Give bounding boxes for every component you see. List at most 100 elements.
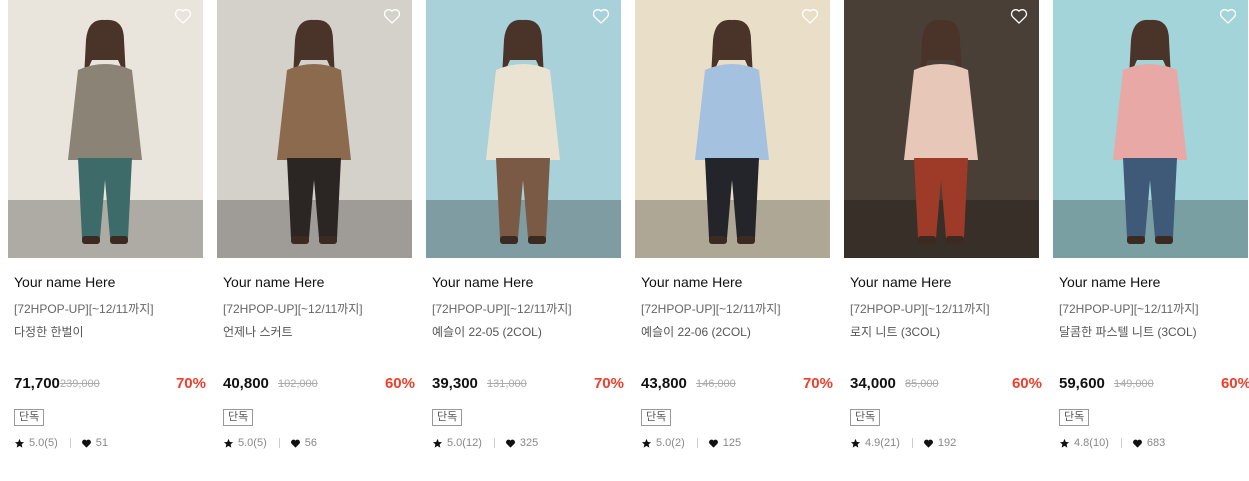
like-count: 51 — [95, 437, 108, 449]
product-image[interactable] — [844, 0, 1039, 258]
discount-rate: 60% — [1220, 375, 1249, 392]
exclusive-badge: 단독 — [850, 409, 881, 426]
star-icon — [850, 438, 861, 448]
brand-name[interactable]: Your name Here — [641, 274, 742, 290]
brand-name[interactable]: Your name Here — [223, 274, 324, 290]
original-price: 146,000 — [696, 378, 736, 390]
divider — [1120, 438, 1122, 448]
product-photo — [426, 0, 621, 258]
like-count: 192 — [937, 437, 957, 449]
heart-outline-icon[interactable] — [591, 6, 611, 26]
sale-price: 59,600 — [1059, 375, 1105, 392]
product-photo — [635, 0, 830, 258]
heart-filled-icon — [505, 439, 515, 448]
rating-value: 5.0(5) — [238, 437, 267, 449]
discount-rate: 70% — [802, 375, 833, 392]
rating-value: 4.8(10) — [1074, 437, 1109, 449]
heart-filled-icon — [1132, 439, 1142, 448]
promo-label: [72HPOP-UP][~12/11까지] — [641, 302, 781, 316]
exclusive-badge: 단독 — [1059, 409, 1090, 426]
brand-name[interactable]: Your name Here — [1059, 274, 1160, 290]
promo-label: [72HPOP-UP][~12/11까지] — [850, 302, 990, 316]
heart-filled-icon — [290, 439, 300, 448]
product-image[interactable] — [1053, 0, 1248, 258]
product-image[interactable] — [635, 0, 830, 258]
divider — [911, 438, 913, 448]
promo-label: [72HPOP-UP][~12/11까지] — [14, 302, 154, 316]
discount-rate: 60% — [384, 375, 415, 392]
heart-outline-icon[interactable] — [173, 6, 193, 26]
like-count: 683 — [1146, 437, 1166, 449]
like-count: 325 — [519, 437, 539, 449]
like-count: 56 — [304, 437, 317, 449]
brand-name[interactable]: Your name Here — [14, 274, 115, 290]
product-name[interactable]: 로지 니트 (3COL) — [850, 323, 940, 340]
product-image[interactable] — [8, 0, 203, 258]
heart-filled-icon — [708, 439, 718, 448]
divider — [69, 438, 71, 448]
brand-name[interactable]: Your name Here — [432, 274, 533, 290]
discount-rate: 60% — [1011, 375, 1042, 392]
promo-label: [72HPOP-UP][~12/11까지] — [223, 302, 363, 316]
original-price: 131,000 — [487, 378, 527, 390]
original-price: 149,000 — [1114, 378, 1154, 390]
like-count: 125 — [722, 437, 742, 449]
review-meta: 4.9(21) 192 — [850, 437, 956, 449]
star-icon — [432, 438, 443, 448]
product-card[interactable]: Your name Here [72HPOP-UP][~12/11까지] 달콤한… — [1053, 0, 1249, 449]
sale-price: 39,300 — [432, 375, 478, 392]
product-card[interactable]: Your name Here [72HPOP-UP][~12/11까지] 다정한… — [8, 0, 206, 449]
discount-rate: 70% — [593, 375, 624, 392]
exclusive-badge: 단독 — [14, 409, 45, 426]
divider — [278, 438, 280, 448]
review-meta: 5.0(5) 56 — [223, 437, 317, 449]
product-image[interactable] — [426, 0, 621, 258]
product-photo — [217, 0, 412, 258]
original-price: 239,000 — [60, 378, 100, 390]
review-meta: 5.0(5) 51 — [14, 437, 108, 449]
original-price: 102,000 — [278, 378, 318, 390]
product-card[interactable]: Your name Here [72HPOP-UP][~12/11까지] 예슬이… — [426, 0, 624, 449]
promo-label: [72HPOP-UP][~12/11까지] — [432, 302, 572, 316]
product-name[interactable]: 예슬이 22-05 (2COL) — [432, 323, 542, 340]
review-meta: 4.8(10) 683 — [1059, 437, 1165, 449]
star-icon — [223, 438, 234, 448]
exclusive-badge: 단독 — [223, 409, 254, 426]
heart-filled-icon — [923, 439, 933, 448]
exclusive-badge: 단독 — [432, 409, 463, 426]
heart-outline-icon[interactable] — [800, 6, 820, 26]
sale-price: 43,800 — [641, 375, 687, 392]
star-icon — [641, 438, 652, 448]
product-name[interactable]: 다정한 한벌이 — [14, 323, 84, 340]
heart-outline-icon[interactable] — [1218, 6, 1238, 26]
divider — [696, 438, 698, 448]
heart-outline-icon[interactable] — [382, 6, 402, 26]
sale-price: 34,000 — [850, 375, 896, 392]
sale-price: 71,700 — [14, 375, 60, 392]
rating-value: 5.0(5) — [29, 437, 58, 449]
product-photo — [844, 0, 1039, 258]
product-card[interactable]: Your name Here [72HPOP-UP][~12/11까지] 예슬이… — [635, 0, 833, 449]
review-meta: 5.0(2) 125 — [641, 437, 741, 449]
sale-price: 40,800 — [223, 375, 269, 392]
brand-name[interactable]: Your name Here — [850, 274, 951, 290]
star-icon — [1059, 438, 1070, 448]
exclusive-badge: 단독 — [641, 409, 672, 426]
star-icon — [14, 438, 25, 448]
rating-value: 5.0(12) — [447, 437, 482, 449]
product-grid: Your name Here [72HPOP-UP][~12/11까지] 다정한… — [0, 0, 1249, 481]
product-name[interactable]: 달콤한 파스텔 니트 (3COL) — [1059, 323, 1197, 340]
product-card[interactable]: Your name Here [72HPOP-UP][~12/11까지] 언제나… — [217, 0, 415, 449]
discount-rate: 70% — [175, 375, 206, 392]
product-card[interactable]: Your name Here [72HPOP-UP][~12/11까지] 로지 … — [844, 0, 1042, 449]
rating-value: 5.0(2) — [656, 437, 685, 449]
heart-outline-icon[interactable] — [1009, 6, 1029, 26]
divider — [493, 438, 495, 448]
review-meta: 5.0(12) 325 — [432, 437, 538, 449]
product-name[interactable]: 언제나 스커트 — [223, 323, 293, 340]
promo-label: [72HPOP-UP][~12/11까지] — [1059, 302, 1199, 316]
product-image[interactable] — [217, 0, 412, 258]
product-photo — [1053, 0, 1248, 258]
original-price: 85,000 — [905, 378, 939, 390]
product-name[interactable]: 예슬이 22-06 (2COL) — [641, 323, 751, 340]
